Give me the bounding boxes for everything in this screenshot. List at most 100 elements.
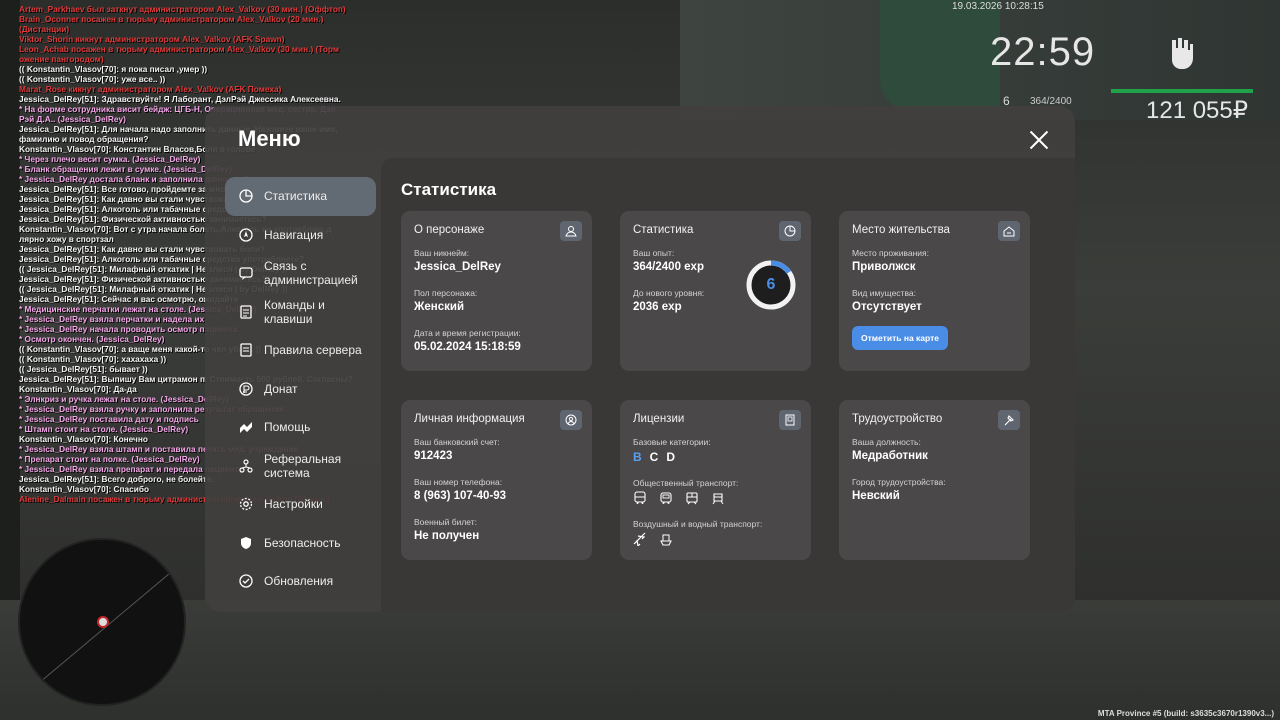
navigation-icon (238, 227, 254, 243)
card-title: Личная информация (414, 413, 525, 425)
menu-panel: Меню Статистика Навигация Связь с админи… (205, 106, 1075, 612)
tram-icon (686, 492, 698, 505)
hud-clock: 22:59 (990, 30, 1096, 74)
card-title: Трудоустройство (852, 413, 943, 425)
gender-label: Пол персонажа: (414, 288, 478, 298)
fist-icon (1172, 38, 1193, 69)
place-value: Приволжск (852, 261, 916, 273)
bank-value: 912423 (414, 450, 453, 462)
base-categories-label: Базовые категории: (633, 437, 711, 447)
card-home: Место жительства Место проживания: Приво… (839, 211, 1030, 371)
level-ring: 6 (744, 258, 798, 312)
minimap (18, 538, 186, 706)
background-sign (880, 0, 1000, 110)
nav-label: Навигация (264, 227, 324, 242)
nav-label: Настройки (264, 497, 323, 512)
chat-line: Leon_Achab посажен в тюрьму администрато… (19, 44, 339, 54)
nav-item-navigation[interactable]: Навигация (225, 216, 376, 255)
property-label: Вид имущества: (852, 288, 916, 298)
nav-item-admin-contact[interactable]: Связь с администрацией (225, 254, 376, 293)
user-circle-icon (560, 410, 582, 430)
card-person: О персонаже Ваш никнейм: Jessica_DelRey … (401, 211, 592, 371)
public-transport-icons (633, 491, 798, 505)
card-personal: Личная информация Ваш банковский счет: 9… (401, 400, 592, 560)
air-water-icons (633, 532, 798, 546)
rules-icon (238, 342, 254, 358)
gender-value: Женский (414, 301, 465, 313)
bus-icon (634, 491, 646, 504)
card-stats: Статистика Ваш опыт: 364/2400 exp До нов… (620, 211, 811, 371)
nav-item-security[interactable]: Безопасность (225, 524, 376, 563)
phone-value: 8 (963) 107-40-93 (414, 490, 507, 502)
nav-item-commands[interactable]: Команды и клавиши (225, 293, 376, 332)
city-label: Город трудоустройства: (852, 477, 946, 487)
metro-icon (712, 493, 724, 505)
nav-label: Помощь (264, 420, 311, 435)
background-floor (0, 600, 1280, 720)
content-title: Статистика (401, 180, 497, 199)
nav-label: Безопасность (264, 535, 341, 550)
position-label: Ваша должность: (852, 437, 921, 447)
mark-on-map-button[interactable]: Отметить на карте (852, 326, 948, 350)
chat-line: Brain_Oconner посажен в тюрьму администр… (19, 14, 324, 24)
chat-line: Jessica_DelRey[51]: Здравствуйте! Я Лабо… (19, 94, 341, 104)
military-value: Не получен (414, 530, 480, 542)
nav-item-donate[interactable]: Донат (225, 370, 376, 409)
position-value: Медработник (852, 450, 928, 462)
build-info: MTA Province #5 (build: s3635c3670r1390v… (1097, 709, 1274, 718)
nav-item-rules[interactable]: Правила сервера (225, 331, 376, 370)
trolleybus-icon (660, 492, 672, 504)
commands-icon (238, 304, 254, 320)
license-category-c: C (649, 450, 659, 464)
air-water-label: Воздушный и водный транспорт: (633, 519, 763, 529)
menu-nav: Статистика Навигация Связь с администрац… (225, 177, 376, 601)
nav-item-settings[interactable]: Настройки (225, 485, 376, 524)
hud-date: 19.03.2026 10:28:15 (952, 1, 1044, 12)
nav-label: Статистика (264, 189, 328, 204)
nick-label: Ваш никнейм: (414, 248, 470, 258)
chat-line: ожение пангородом) (19, 54, 104, 64)
card-title: Лицензии (633, 413, 685, 425)
reg-label: Дата и время регистрации: (414, 328, 521, 338)
close-button[interactable] (1027, 128, 1051, 152)
card-title: Место жительства (852, 224, 950, 236)
chat-line: (Дистанции) (19, 24, 70, 34)
hud-money: 121 055₽ (1146, 97, 1249, 124)
phone-label: Ваш номер телефона: (414, 477, 503, 487)
nav-label: Связь с администрацией (264, 259, 358, 288)
nav-item-referral[interactable]: Реферальная система (225, 447, 376, 486)
property-value: Отсутствует (852, 301, 922, 313)
nav-item-updates[interactable]: Обновления (225, 562, 376, 601)
nav-label: Обновления (264, 574, 334, 589)
health-bar (1111, 89, 1253, 93)
chat-line: (( Konstantin_Vlasov[70]: уже все.. )) (19, 74, 166, 84)
pie-chart-icon (779, 221, 801, 241)
chat-line: Viktor_Shorin кикнут администратором Ale… (19, 34, 285, 44)
nav-item-statistics[interactable]: Статистика (225, 177, 376, 216)
card-title: Статистика (633, 224, 694, 236)
place-label: Место проживания: (852, 248, 929, 258)
exp-label: Ваш опыт: (633, 248, 675, 258)
chat-line: (( Konstantin_Vlasov[70]: я пока писал ,… (19, 64, 208, 74)
donate-icon (238, 381, 254, 397)
nav-label: Донат (264, 381, 298, 396)
nav-item-help[interactable]: Помощь (225, 408, 376, 447)
hammer-icon (998, 410, 1020, 430)
license-category-b: B (633, 450, 642, 464)
stats-icon (238, 188, 254, 204)
level-value: 6 (766, 276, 776, 293)
nick-value: Jessica_DelRey (414, 261, 501, 273)
user-icon (560, 221, 582, 241)
bank-label: Ваш банковский счет: (414, 437, 500, 447)
license-categories: B C D (633, 450, 798, 464)
help-icon (238, 419, 254, 435)
card-licenses: Лицензии Базовые категории: B C D Общест… (620, 400, 811, 560)
admin-contact-icon (238, 265, 254, 281)
card-title: О персонаже (414, 224, 485, 236)
card-job: Трудоустройство Ваша должность: Медработ… (839, 400, 1030, 560)
nav-label: Правила сервера (264, 343, 362, 358)
settings-icon (238, 496, 254, 512)
city-value: Невский (852, 490, 900, 502)
menu-title: Меню (238, 126, 301, 151)
content-area: Статистика О персонаже Ваш никнейм: Jess… (381, 158, 1075, 612)
